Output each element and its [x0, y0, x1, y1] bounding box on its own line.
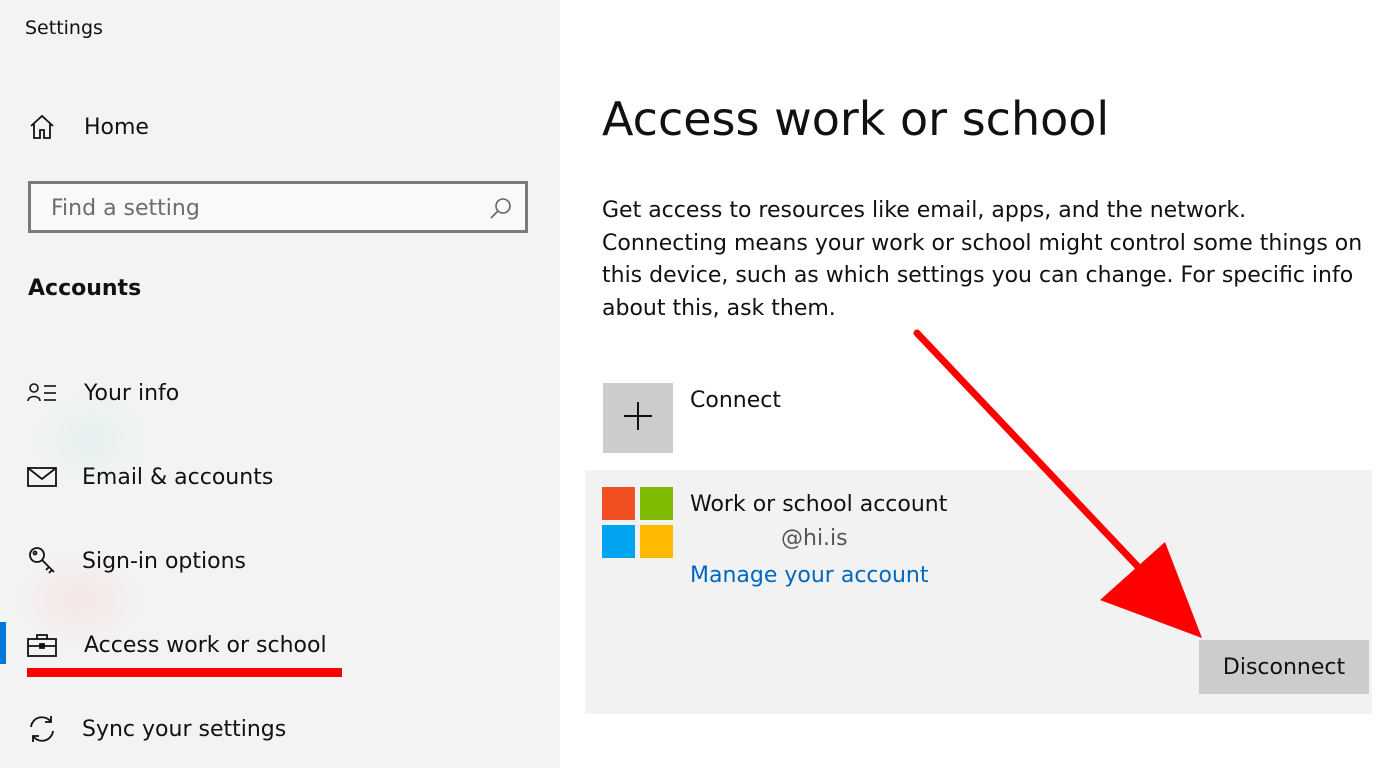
page-title: Access work or school [602, 92, 1110, 146]
microsoft-logo-icon [602, 487, 673, 558]
disconnect-button[interactable]: Disconnect [1199, 640, 1369, 694]
nav-home-label: Home [84, 114, 149, 140]
search-icon[interactable] [489, 196, 513, 220]
sync-icon [26, 713, 58, 745]
sidebar-item-sign-in-options[interactable]: Sign-in options [0, 541, 560, 581]
account-email: @hi.is [781, 526, 848, 551]
manage-account-link[interactable]: Manage your account [690, 563, 929, 588]
sidebar: Settings Home Accounts Your info [0, 0, 560, 768]
section-heading: Accounts [28, 276, 142, 301]
connect-button[interactable] [603, 383, 673, 453]
account-title: Work or school account [690, 492, 948, 517]
sidebar-item-access-work-or-school[interactable]: Access work or school [0, 625, 560, 665]
sidebar-item-label: Access work or school [84, 632, 327, 658]
window-title: Settings [25, 17, 103, 39]
page-description: Get access to resources like email, apps… [602, 198, 1363, 321]
nav-home[interactable]: Home [0, 107, 560, 147]
home-icon [26, 111, 58, 143]
person-list-icon [26, 377, 58, 409]
sidebar-item-label: Your info [84, 380, 180, 406]
sidebar-item-label: Sign-in options [82, 548, 247, 574]
key-icon [26, 545, 58, 577]
sidebar-item-email-accounts[interactable]: Email & accounts [0, 457, 560, 497]
search-box[interactable] [28, 181, 528, 233]
search-input[interactable] [49, 192, 473, 224]
plus-icon [622, 400, 654, 436]
briefcase-icon [26, 629, 58, 661]
connect-label[interactable]: Connect [690, 388, 781, 413]
sidebar-item-label: Email & accounts [82, 464, 274, 490]
mail-icon [26, 461, 58, 493]
sidebar-item-your-info[interactable]: Your info [0, 373, 560, 413]
sidebar-item-label: Sync your settings [82, 716, 287, 742]
main-content: Access work or school Get access to reso… [560, 0, 1387, 768]
annotation-underline [27, 668, 342, 677]
sidebar-item-sync-settings[interactable]: Sync your settings [0, 709, 560, 749]
